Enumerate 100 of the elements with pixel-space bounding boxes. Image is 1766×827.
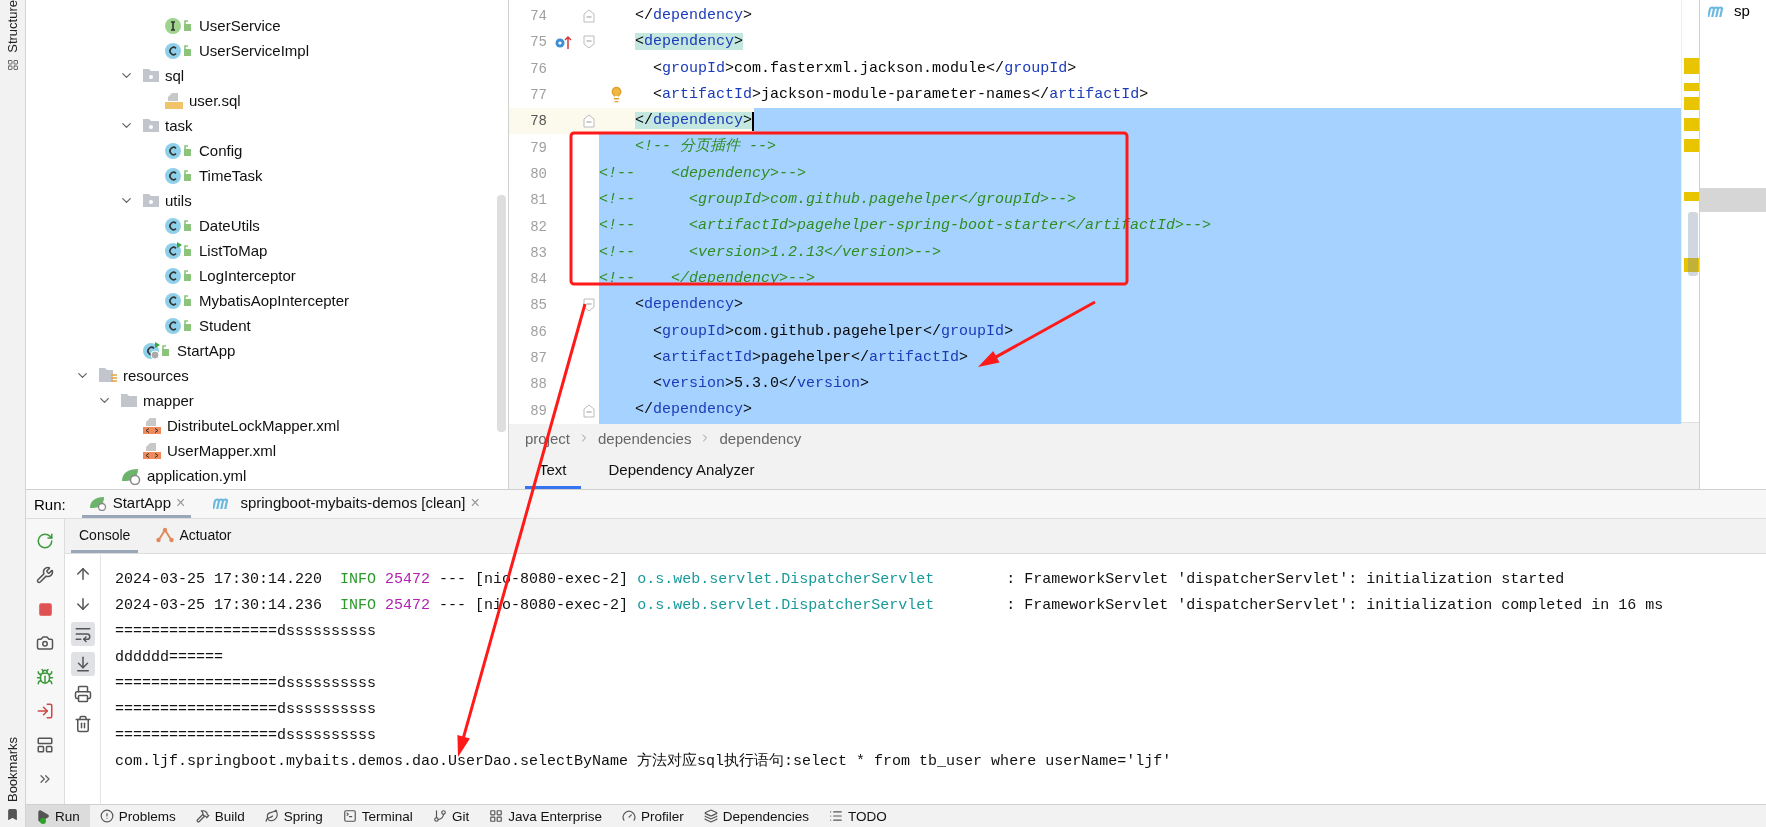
xml-file-icon — [142, 441, 162, 460]
layers-icon — [703, 809, 718, 823]
tree-item[interactable]: utils — [165, 192, 192, 209]
tree-item[interactable]: DateUtils — [199, 217, 260, 234]
tree-item[interactable]: task — [165, 117, 193, 134]
list-icon — [829, 809, 844, 823]
grid-icon — [489, 809, 504, 823]
bug-icon[interactable] — [36, 668, 54, 686]
folder-icon — [142, 118, 160, 133]
class-icon — [164, 291, 194, 310]
tree-item[interactable]: UserService — [199, 17, 281, 34]
line-number: 88 — [529, 376, 547, 393]
xml-file-icon — [142, 416, 162, 435]
editor-tab[interactable]: Dependency Analyzer — [594, 453, 769, 489]
console-line: ==================dssssssssss — [115, 622, 378, 642]
exit-icon[interactable] — [36, 702, 54, 720]
scrollbar-thumb[interactable] — [497, 195, 506, 432]
console-line: ==================dssssssssss — [115, 726, 378, 746]
tree-item[interactable]: DistributeLockMapper.xml — [167, 417, 340, 434]
folder-icon — [142, 193, 160, 208]
tool-window-button[interactable]: Problems — [89, 805, 186, 827]
tool-window-button[interactable]: Java Enterprise — [479, 805, 612, 827]
branch-icon — [432, 809, 447, 823]
tool-window-button[interactable]: Run — [26, 805, 90, 827]
breadcrumb[interactable]: dependency — [719, 429, 802, 447]
structure-tab[interactable]: Structure — [5, 0, 20, 53]
run-tab[interactable]: springboot-mybaits-demos [clean] × — [207, 490, 486, 518]
warning-icon — [99, 809, 114, 823]
tree-item[interactable]: resources — [123, 367, 189, 384]
line-number: 76 — [529, 60, 547, 77]
stop-icon[interactable] — [37, 601, 53, 617]
tree-item[interactable]: user.sql — [189, 92, 241, 109]
folder-icon — [120, 393, 138, 408]
tree-item[interactable]: StartApp — [177, 342, 236, 359]
camera-icon[interactable] — [36, 634, 54, 652]
code-line: </dependency> — [635, 6, 753, 26]
layout-icon[interactable] — [36, 736, 54, 754]
tool-window-button[interactable]: Profiler — [611, 805, 694, 827]
bookmarks-tab[interactable]: Bookmarks — [5, 736, 20, 802]
class-icon — [164, 166, 194, 185]
terminal-icon — [342, 809, 357, 823]
console-line: ==================dssssssssss — [115, 700, 378, 720]
console-tab[interactable]: Console — [71, 519, 139, 553]
run-label: Run: — [34, 495, 66, 513]
scrollbar-thumb[interactable] — [1688, 212, 1698, 276]
soft-wrap-icon[interactable] — [73, 625, 92, 643]
printer-icon[interactable] — [73, 685, 92, 703]
tree-item[interactable]: UserServiceImpl — [199, 42, 310, 59]
folder-icon — [142, 68, 160, 83]
tool-window-button[interactable]: Dependencies — [693, 805, 820, 827]
line-number: 81 — [529, 192, 547, 209]
interface-icon — [164, 16, 194, 35]
sql-file-icon — [164, 91, 184, 110]
class-icon — [164, 41, 194, 60]
structure-icon — [6, 58, 19, 71]
class-icon — [164, 266, 194, 285]
leaf-gear-icon — [87, 494, 108, 511]
tree-item[interactable]: ListToMap — [199, 242, 268, 259]
class-icon — [164, 141, 194, 160]
tool-window-button[interactable]: Build — [185, 805, 255, 827]
line-number: 75 — [529, 34, 547, 51]
tool-window-button[interactable]: Spring — [254, 805, 333, 827]
tree-item[interactable]: Config — [199, 142, 243, 159]
trash-icon[interactable] — [73, 715, 92, 733]
tree-item[interactable]: Student — [199, 317, 251, 334]
tree-item[interactable]: application.yml — [147, 467, 247, 484]
line-number: 78 — [529, 113, 547, 130]
class-icon — [164, 216, 194, 235]
class-icon — [164, 241, 194, 260]
tree-item[interactable]: UserMapper.xml — [167, 442, 277, 459]
bookmark-icon — [6, 808, 19, 821]
line-number: 89 — [529, 402, 547, 419]
console-tab[interactable]: Actuator — [148, 519, 240, 553]
tree-item[interactable]: MybatisAopIntercepter — [199, 292, 350, 309]
fold-marker-icon[interactable] — [583, 35, 595, 50]
line-number: 83 — [529, 244, 547, 261]
tree-item[interactable]: sql — [165, 67, 185, 84]
console-line: com.ljf.springboot.mybaits.demos.dao.UserDao.selectByName 方法对应sql执行语句:select * from tb_user where userName='ljf' — [115, 751, 1173, 772]
line-number: 80 — [529, 165, 547, 182]
fold-marker-icon[interactable] — [583, 114, 595, 129]
tree-item[interactable]: LogInterceptor — [199, 267, 296, 284]
text-cursor — [752, 111, 755, 131]
breadcrumb[interactable]: dependencies — [598, 429, 692, 447]
wrench-icon[interactable] — [36, 566, 54, 584]
line-number: 82 — [529, 218, 547, 235]
tool-window-button[interactable]: Terminal — [332, 805, 423, 827]
tool-window-button[interactable]: TODO — [819, 805, 897, 827]
tree-item[interactable]: mapper — [143, 392, 194, 409]
tool-window-button[interactable]: Git — [422, 805, 480, 827]
rerun-icon[interactable] — [36, 532, 54, 550]
fold-marker-icon[interactable] — [583, 9, 595, 24]
tree-item[interactable]: sp — [1734, 2, 1750, 19]
fold-marker-icon[interactable] — [583, 403, 595, 418]
code-line: <groupId>com.fasterxml.jackson.module</groupId> — [653, 58, 1077, 79]
tree-item[interactable]: TimeTask — [199, 167, 263, 184]
hammer-icon — [195, 809, 210, 823]
fold-marker-icon[interactable] — [583, 298, 595, 313]
line-number: 84 — [529, 271, 547, 288]
class-icon — [142, 341, 172, 360]
class-icon — [164, 316, 194, 335]
